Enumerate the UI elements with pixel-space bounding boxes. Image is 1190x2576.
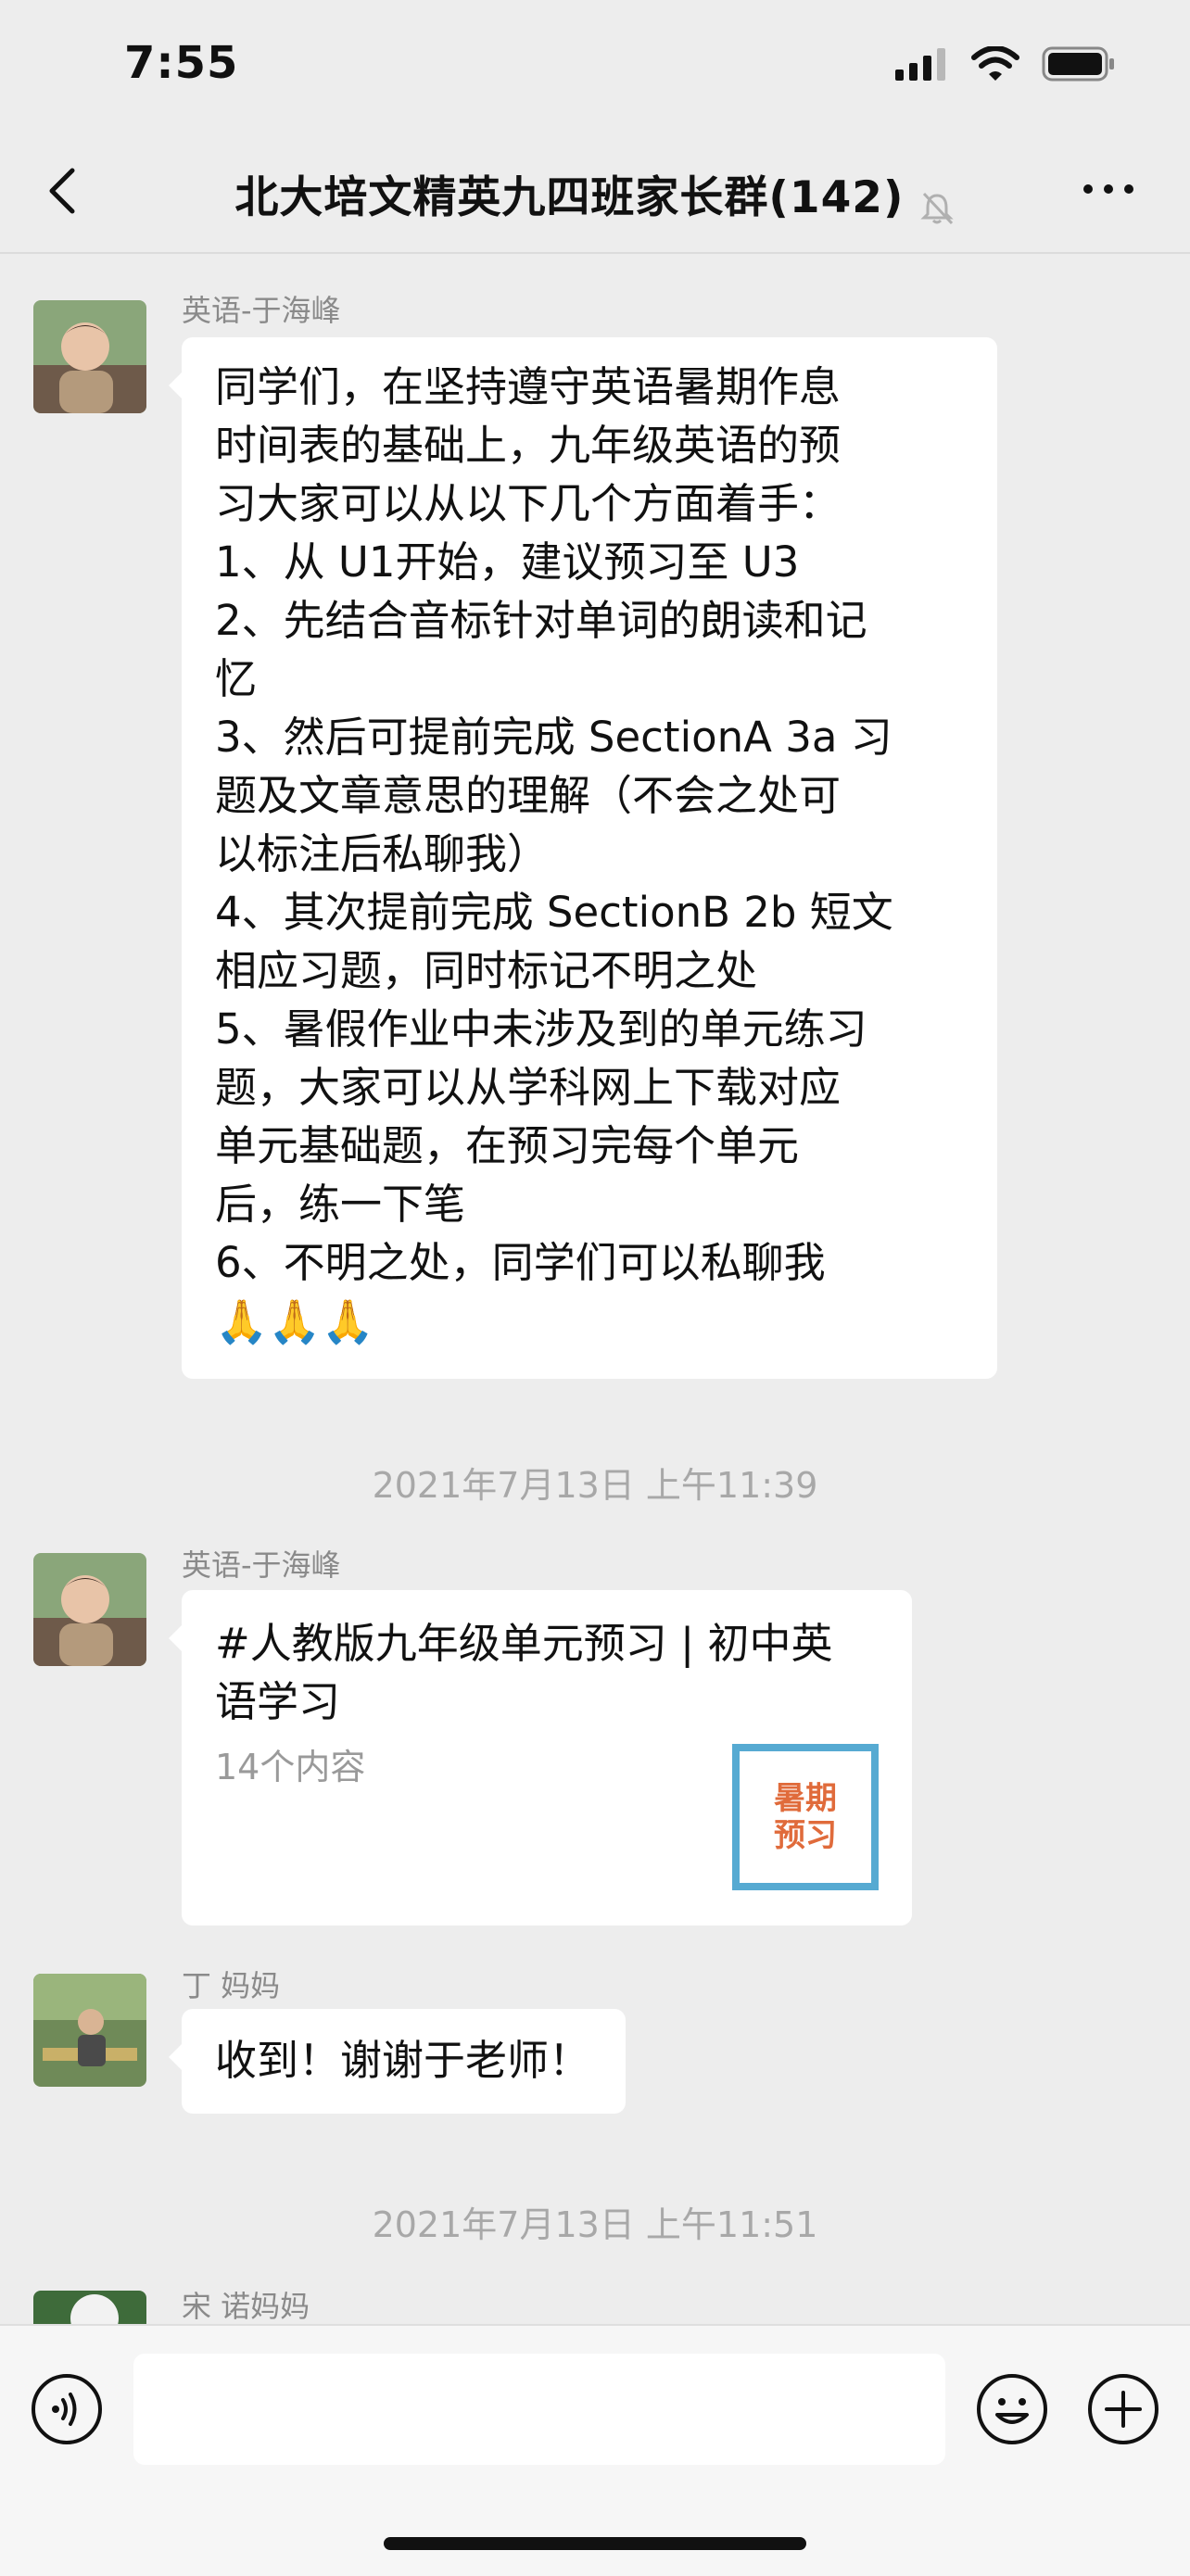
thumb-text-2: 预习 (774, 1817, 837, 1854)
link-title: #人教版九年级单元预习 | 初中英语学习 (215, 1619, 833, 1726)
mute-bell-icon (919, 192, 954, 224)
avatar[interactable] (33, 1553, 146, 1666)
sender-name: 英语-于海峰 (182, 1547, 341, 1583)
status-time: 7:55 (124, 37, 239, 89)
pray-emoji: 🙏🙏🙏 (215, 1296, 374, 1346)
avatar[interactable] (33, 2291, 146, 2324)
voice-icon[interactable] (30, 2372, 104, 2446)
nav-title-wrap: 北大培文精英九四班家长群(142) (0, 161, 1190, 227)
message-text: 同学们，在坚持遵守英语暑期作息 时间表的基础上，九年级英语的预 习大家可以从以下… (215, 362, 893, 1287)
avatar[interactable] (33, 300, 146, 413)
nav-bar: 北大培文精英九四班家长群(142) (0, 130, 1190, 254)
sender-name: 英语-于海峰 (182, 293, 341, 328)
signal-icon (895, 48, 945, 81)
link-card[interactable]: #人教版九年级单元预习 | 初中英语学习 14个内容 暑期 预习 (169, 1590, 912, 1926)
avatar[interactable] (33, 1974, 146, 2087)
timestamp-label: 2021年7月13日 上午11:51 (372, 2204, 818, 2245)
message-text: 收到！谢谢于老师！ (215, 2036, 591, 2085)
chat-title: 北大培文精英九四班家长群(142) (234, 172, 905, 223)
status-icons (893, 46, 1116, 82)
input-bar (0, 2324, 1190, 2576)
message-bubble[interactable]: 收到！谢谢于老师！ (168, 2009, 627, 2114)
sender-name: 丁 妈妈 (182, 1968, 281, 2003)
thumb-text-1: 暑期 (774, 1780, 837, 1817)
wifi-icon (971, 46, 1019, 81)
chat-area[interactable]: 英语-于海峰 同学们，在坚持遵守英语暑期作息 时间表的基础上，九年级英语的预 习… (0, 252, 1190, 2324)
message-input[interactable] (133, 2354, 945, 2465)
plus-icon[interactable] (1086, 2372, 1160, 2446)
status-bar: 7:55 (0, 0, 1190, 130)
sender-name: 宋 诺妈妈 (182, 2289, 310, 2324)
more-icon[interactable] (1081, 178, 1136, 200)
message-bubble[interactable]: 同学们，在坚持遵守英语暑期作息 时间表的基础上，九年级英语的预 习大家可以从以下… (169, 337, 997, 1379)
home-indicator (384, 2537, 806, 2550)
battery-icon (1042, 46, 1114, 82)
timestamp-label: 2021年7月13日 上午11:39 (372, 1465, 818, 1506)
link-thumbnail: 暑期 预习 (732, 1744, 879, 1890)
emoji-icon[interactable] (975, 2372, 1049, 2446)
